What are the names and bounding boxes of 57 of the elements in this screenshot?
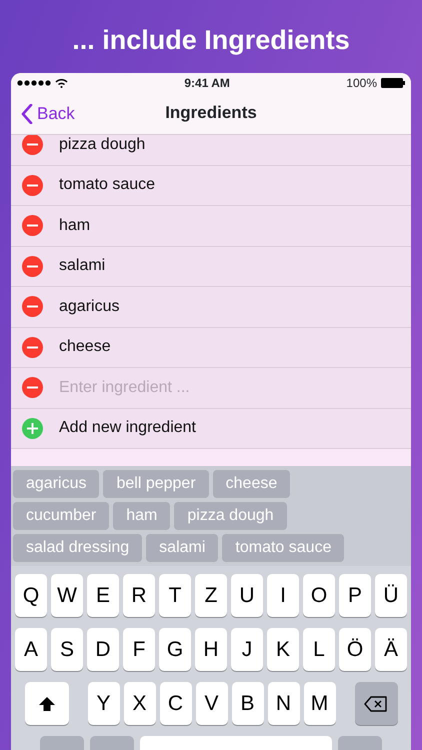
battery-icon (381, 78, 405, 88)
remove-icon (22, 174, 43, 196)
keyboard-key[interactable]: N (268, 682, 300, 725)
battery-percent: 100% (346, 75, 377, 92)
ingredient-name: agaricus (59, 296, 120, 317)
nav-title: Ingredients (165, 103, 257, 124)
delete-icon (364, 696, 388, 712)
keyboard-key[interactable]: Ö (339, 628, 371, 671)
add-icon (22, 418, 43, 439)
backspace-key[interactable] (354, 682, 398, 725)
keyboard-key[interactable]: M (304, 682, 336, 725)
keyboard-key[interactable]: O (303, 574, 335, 617)
ingredient-name: tomato sauce (59, 175, 156, 196)
remove-icon (22, 377, 43, 398)
keyboard-key[interactable]: J (231, 628, 263, 671)
shift-key[interactable] (24, 682, 68, 725)
status-time: 9:41 AM (184, 75, 230, 92)
keyboard-key[interactable]: Ü (375, 574, 407, 617)
back-chevron-icon (21, 104, 33, 124)
keyboard-key[interactable]: Z (195, 574, 227, 617)
remove-icon (22, 336, 43, 358)
keyboard-key[interactable]: A (15, 628, 47, 671)
signal-icon (17, 80, 51, 86)
ingredient-name: pizza dough (59, 135, 146, 155)
keyboard-key[interactable]: D (87, 628, 119, 671)
keyboard-key[interactable]: Q (15, 574, 47, 617)
keyboard-key[interactable]: L (303, 628, 335, 671)
keyboard-key[interactable]: G (159, 628, 191, 671)
keyboard-key[interactable]: B (232, 682, 264, 725)
shift-arrow-icon (38, 696, 56, 712)
add-ingredient-link[interactable]: Add new ingredient (59, 416, 196, 440)
keyboard-key[interactable]: X (124, 682, 156, 725)
keyboard-key[interactable]: R (123, 574, 155, 617)
remove-icon (22, 256, 43, 277)
keyboard-key[interactable]: Y (88, 682, 120, 725)
keyboard-key[interactable]: E (87, 574, 119, 617)
keyboard-key[interactable]: T (159, 574, 191, 617)
keyboard-key[interactable]: P (339, 574, 371, 617)
ingredient-name: salami (59, 256, 106, 276)
keyboard-key[interactable]: F (123, 628, 155, 671)
keyboard-key[interactable]: S (51, 628, 83, 671)
keyboard-key[interactable]: Ä (375, 628, 407, 671)
ingredient-input[interactable]: Enter ingredient ... (59, 376, 411, 400)
keyboard-key[interactable]: I (267, 574, 299, 617)
back-button[interactable]: Back (11, 100, 81, 128)
remove-icon (22, 296, 43, 318)
ingredient-name: cheese (59, 337, 111, 358)
keyboard-key[interactable]: C (160, 682, 192, 725)
keyboard-key[interactable]: V (196, 682, 228, 725)
remove-icon (22, 215, 43, 236)
headline: ... include Ingredients (71, 24, 351, 57)
keyboard-key[interactable]: H (195, 628, 227, 671)
keyboard-key[interactable]: W (51, 574, 83, 617)
keyboard-key[interactable]: U (231, 574, 263, 617)
keyboard-key[interactable]: K (267, 628, 299, 671)
ingredient-name: ham (59, 216, 90, 236)
wifi-icon (55, 78, 68, 88)
